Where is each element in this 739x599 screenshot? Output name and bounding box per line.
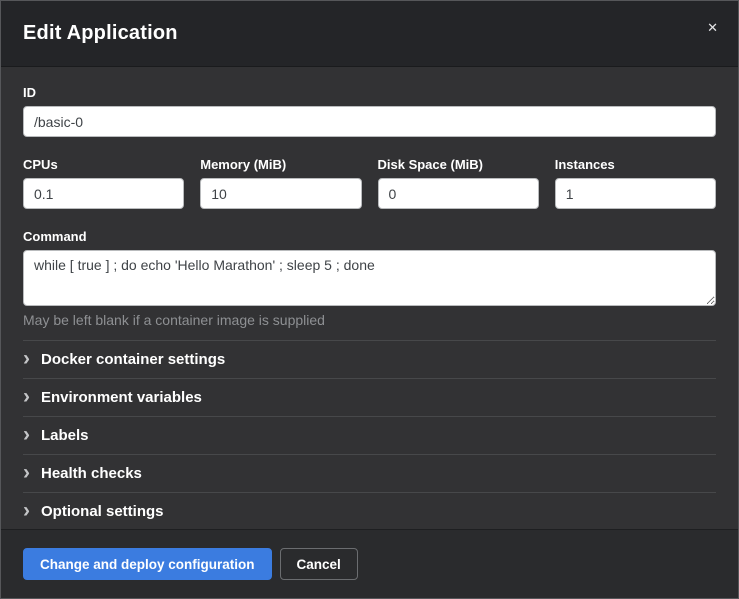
- cpus-label: CPUs: [23, 157, 184, 172]
- close-icon: ✕: [707, 20, 718, 35]
- modal-header: Edit Application ✕: [1, 1, 738, 67]
- instances-input[interactable]: [555, 178, 716, 209]
- disk-input[interactable]: [378, 178, 539, 209]
- chevron-right-icon: ›: [23, 427, 39, 443]
- memory-label: Memory (MiB): [200, 157, 361, 172]
- edit-application-modal: Edit Application ✕ ID CPUs Memory (MiB) …: [0, 0, 739, 599]
- memory-field-group: Memory (MiB): [200, 157, 361, 209]
- collapsible-sections: › Docker container settings › Environmen…: [23, 340, 716, 529]
- deploy-button[interactable]: Change and deploy configuration: [23, 548, 272, 580]
- chevron-right-icon: ›: [23, 503, 39, 519]
- command-label: Command: [23, 229, 716, 244]
- chevron-right-icon: ›: [23, 465, 39, 481]
- id-field-group: ID: [23, 85, 716, 137]
- modal-content: ID CPUs Memory (MiB) Disk Space (MiB) In…: [1, 67, 738, 529]
- section-label: Labels: [41, 427, 89, 444]
- section-label: Health checks: [41, 465, 142, 482]
- modal-footer: Change and deploy configuration Cancel: [1, 529, 738, 598]
- memory-input[interactable]: [200, 178, 361, 209]
- section-docker-container-settings[interactable]: › Docker container settings: [23, 341, 716, 379]
- close-button[interactable]: ✕: [703, 17, 722, 38]
- command-textarea[interactable]: while [ true ] ; do echo 'Hello Marathon…: [23, 250, 716, 306]
- disk-label: Disk Space (MiB): [378, 157, 539, 172]
- modal-title: Edit Application: [23, 22, 178, 45]
- command-field-group: Command while [ true ] ; do echo 'Hello …: [23, 229, 716, 328]
- section-optional-settings[interactable]: › Optional settings: [23, 493, 716, 529]
- chevron-right-icon: ›: [23, 389, 39, 405]
- cpus-input[interactable]: [23, 178, 184, 209]
- instances-field-group: Instances: [555, 157, 716, 209]
- disk-field-group: Disk Space (MiB): [378, 157, 539, 209]
- chevron-right-icon: ›: [23, 351, 39, 367]
- resources-row: CPUs Memory (MiB) Disk Space (MiB) Insta…: [23, 157, 716, 209]
- id-input[interactable]: [23, 106, 716, 137]
- cancel-button[interactable]: Cancel: [280, 548, 358, 580]
- section-health-checks[interactable]: › Health checks: [23, 455, 716, 493]
- cpus-field-group: CPUs: [23, 157, 184, 209]
- command-help-text: May be left blank if a container image i…: [23, 312, 716, 328]
- section-label: Docker container settings: [41, 351, 225, 368]
- section-environment-variables[interactable]: › Environment variables: [23, 379, 716, 417]
- instances-label: Instances: [555, 157, 716, 172]
- id-label: ID: [23, 85, 716, 100]
- section-label: Environment variables: [41, 389, 202, 406]
- section-label: Optional settings: [41, 503, 164, 520]
- section-labels[interactable]: › Labels: [23, 417, 716, 455]
